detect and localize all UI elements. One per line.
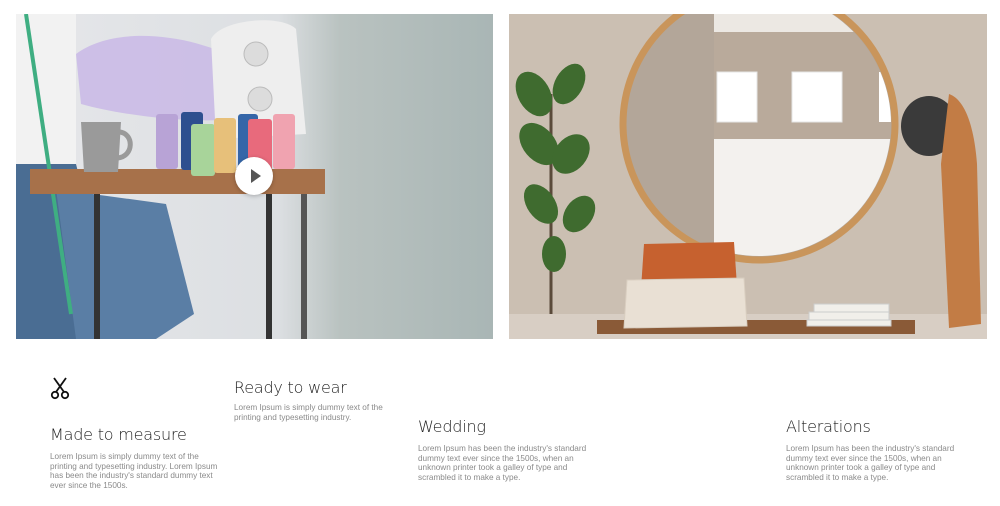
feature-made-to-measure: Made to measure Lorem Ipsum is simply du… — [50, 376, 220, 490]
feature-title: Wedding — [418, 417, 486, 436]
feature-title: Alterations — [786, 417, 871, 436]
feature-description: Lorem Ipsum is simply dummy text of the … — [50, 452, 218, 490]
feature-description: Lorem Ipsum is simply dummy text of the … — [234, 403, 383, 422]
feature-alterations: Alterations Lorem Ipsum has been the ind… — [786, 417, 956, 482]
feature-ready-to-wear: Ready to wear Lorem Ipsum is simply dumm… — [234, 378, 394, 422]
play-icon — [250, 169, 261, 183]
entryway-mirror-image — [509, 14, 987, 339]
play-video-button[interactable] — [235, 157, 273, 195]
feature-wedding: Wedding Lorem Ipsum has been the industr… — [418, 417, 588, 482]
entryway-scene-illustration — [509, 14, 987, 339]
feature-title: Made to measure — [50, 425, 187, 444]
scissors-icon — [50, 377, 70, 400]
feature-description: Lorem Ipsum has been the industry's stan… — [786, 444, 955, 482]
sewing-workspace-image — [16, 14, 493, 339]
feature-title: Ready to wear — [234, 378, 347, 397]
feature-description: Lorem Ipsum has been the industry's stan… — [418, 444, 587, 482]
